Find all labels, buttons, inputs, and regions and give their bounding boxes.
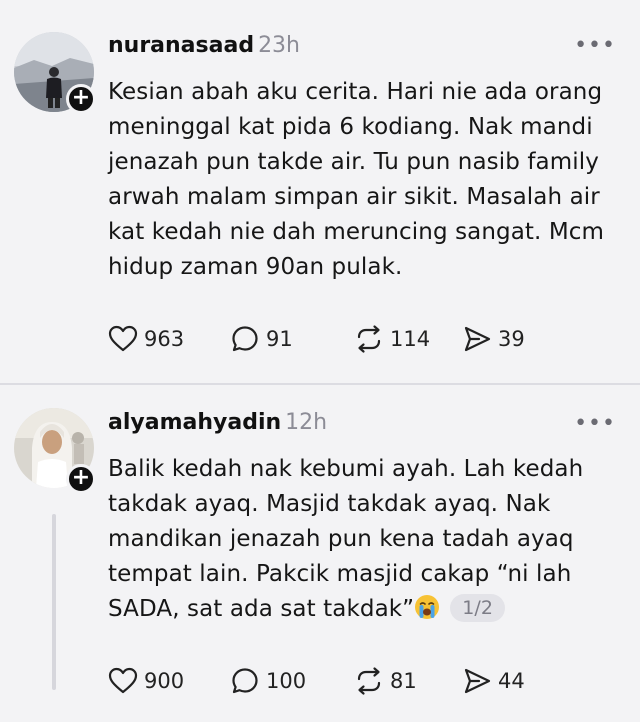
post-text-line: Balik kedah nak kebumi ayah. Lah kedah	[108, 456, 584, 482]
send-icon	[464, 326, 491, 352]
reply-button[interactable]: 91	[230, 322, 293, 356]
comment-icon	[232, 326, 258, 352]
like-count: 900	[144, 669, 185, 693]
plus-icon: +	[71, 85, 91, 110]
post-text-line: mandikan jenazah pun kena tadah ayaq	[108, 526, 574, 552]
thread-connector-line	[52, 514, 56, 690]
reply-button[interactable]: 100	[230, 664, 306, 698]
thread-post: + alyamahyadin 12h ••• Balik kedah nak ke…	[0, 386, 640, 722]
action-bar: 963 91 114 39	[108, 322, 608, 356]
heart-icon	[108, 667, 138, 694]
more-options-icon[interactable]: •••	[574, 413, 616, 435]
post-text-line: kat kedah nie dah meruncing sangat. Mcm	[108, 219, 605, 245]
post-text: Kesian abah aku cerita. Hari nie ada ora…	[108, 75, 624, 285]
repost-count: 81	[390, 669, 417, 693]
share-count: 44	[498, 669, 525, 693]
timestamp: 23h	[258, 33, 300, 58]
username[interactable]: alyamahyadin	[108, 410, 281, 435]
plus-icon: +	[71, 465, 91, 490]
username[interactable]: nuranasaad	[108, 33, 254, 58]
post-text-line: Kesian abah aku cerita. Hari nie ada ora…	[108, 79, 603, 105]
heart-icon	[108, 325, 138, 352]
follow-button[interactable]: +	[66, 84, 96, 114]
repost-count: 114	[390, 327, 431, 351]
post-text-line: jenazah pun takde air. Tu pun nasib fami…	[108, 149, 599, 175]
repost-icon	[357, 325, 381, 353]
post-text-line: takdak ayaq. Masjid takdak ayaq. Nak	[108, 491, 551, 517]
post-text-line: hidup zaman 90an pulak.	[108, 254, 403, 280]
post-text-line: meninggal kat pida 6 kodiang. Nak mandi	[108, 114, 593, 140]
post-divider	[0, 383, 640, 385]
repost-icon	[357, 667, 381, 695]
like-button[interactable]: 963	[108, 322, 184, 356]
post-text-line: tempat lain. Pakcik masjid cakap “ni lah	[108, 561, 572, 587]
share-button[interactable]: 39	[462, 322, 525, 356]
like-button[interactable]: 900	[108, 664, 184, 698]
action-bar: 900 100 81 44	[108, 664, 608, 698]
post-text-line-last: SADA, sat ada sat takdak” 1/2	[108, 592, 624, 627]
thread-pager[interactable]: 1/2	[450, 594, 506, 622]
post-header: nuranasaad 23h	[108, 33, 300, 63]
post-text: Balik kedah nak kebumi ayah. Lah kedah t…	[108, 452, 624, 627]
follow-button[interactable]: +	[66, 464, 96, 494]
crying-face-icon	[415, 595, 440, 619]
timestamp: 12h	[285, 410, 328, 435]
thread-post: + nuranasaad 23h ••• Kesian abah aku ceri…	[0, 0, 640, 384]
reply-count: 100	[266, 669, 307, 693]
post-text-line: SADA, sat ada sat takdak”	[108, 596, 415, 622]
comment-icon	[232, 668, 258, 694]
like-count: 963	[144, 327, 185, 351]
share-count: 39	[498, 327, 525, 351]
more-options-icon[interactable]: •••	[574, 35, 616, 57]
send-icon	[464, 668, 491, 694]
reply-count: 91	[266, 327, 293, 351]
repost-button[interactable]: 114	[354, 322, 430, 356]
post-text-line: arwah malam simpan air sikit. Masalah ai…	[108, 184, 600, 210]
repost-button[interactable]: 81	[354, 664, 417, 698]
share-button[interactable]: 44	[462, 664, 525, 698]
post-header: alyamahyadin 12h	[108, 410, 327, 440]
